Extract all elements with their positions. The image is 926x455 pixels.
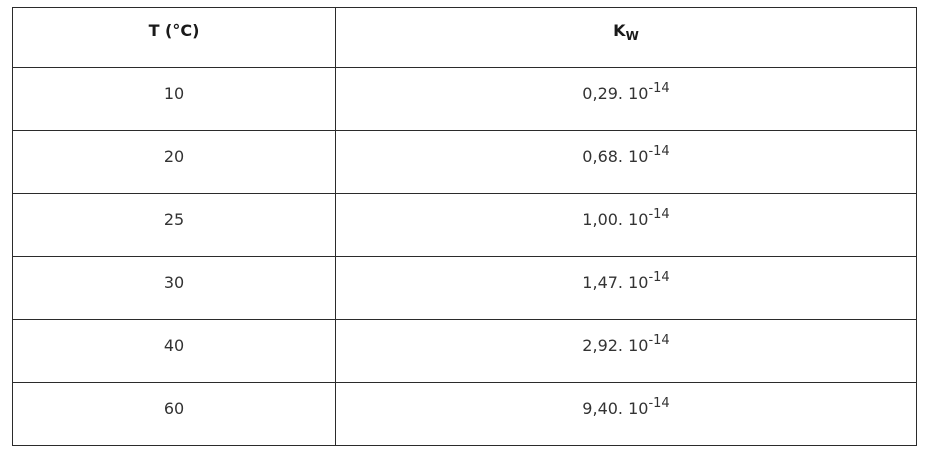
cell-temperature: 40: [12, 319, 336, 383]
kw-coefficient: 1,00.: [582, 209, 624, 229]
kw-coefficient: 2,92.: [582, 335, 624, 355]
table-row: 30 1,47. 10-14: [12, 256, 917, 320]
cell-kw: 9,40. 10-14: [335, 382, 917, 446]
table-row: 40 2,92. 10-14: [12, 319, 917, 383]
kw-value: 0,29. 10-14: [582, 80, 670, 103]
temperature-value: 30: [163, 272, 185, 292]
cell-kw: 0,29. 10-14: [335, 67, 917, 131]
kw-exponent: -14: [648, 80, 670, 96]
kw-exponent-base: 10: [628, 335, 649, 355]
kw-exponent: -14: [648, 269, 670, 285]
kw-exponent-base: 10: [628, 209, 649, 229]
kw-exponent-base: 10: [628, 398, 649, 418]
cell-temperature: 20: [12, 130, 336, 194]
table-header-row: T (°C) KW: [12, 7, 917, 68]
header-kw-label: KW: [613, 21, 639, 43]
kw-value: 1,00. 10-14: [582, 206, 670, 229]
kw-exponent: -14: [648, 206, 670, 222]
temperature-value: 10: [163, 83, 185, 103]
kw-coefficient: 9,40.: [582, 398, 624, 418]
kw-exponent-base: 10: [628, 146, 649, 166]
kw-exponent-base: 10: [628, 272, 649, 292]
kw-exponent: -14: [648, 143, 670, 159]
cell-temperature: 25: [12, 193, 336, 257]
header-kw-subscript: W: [625, 29, 639, 43]
cell-kw: 2,92. 10-14: [335, 319, 917, 383]
temperature-value: 60: [163, 398, 185, 418]
kw-exponent: -14: [648, 332, 670, 348]
kw-value: 9,40. 10-14: [582, 395, 670, 418]
temperature-value: 40: [163, 335, 185, 355]
table-row: 20 0,68. 10-14: [12, 130, 917, 194]
kw-coefficient: 0,68.: [582, 146, 624, 166]
temperature-value: 25: [163, 209, 185, 229]
cell-kw: 1,47. 10-14: [335, 256, 917, 320]
kw-value: 1,47. 10-14: [582, 269, 670, 292]
kw-temperature-table: T (°C) KW 10 0,29. 10-14 20 0,68. 10-14 …: [12, 7, 917, 446]
cell-temperature: 10: [12, 67, 336, 131]
header-kw-base: K: [613, 21, 626, 40]
header-temperature-label: T (°C): [148, 21, 200, 40]
kw-exponent-base: 10: [628, 83, 649, 103]
cell-kw: 1,00. 10-14: [335, 193, 917, 257]
kw-coefficient: 0,29.: [582, 83, 624, 103]
kw-coefficient: 1,47.: [582, 272, 624, 292]
temperature-value: 20: [163, 146, 185, 166]
kw-value: 2,92. 10-14: [582, 332, 670, 355]
cell-temperature: 30: [12, 256, 336, 320]
header-temperature: T (°C): [12, 7, 336, 68]
table-row: 60 9,40. 10-14: [12, 382, 917, 446]
table-row: 10 0,29. 10-14: [12, 67, 917, 131]
cell-temperature: 60: [12, 382, 336, 446]
table-row: 25 1,00. 10-14: [12, 193, 917, 257]
header-kw: KW: [335, 7, 917, 68]
kw-exponent: -14: [648, 395, 670, 411]
cell-kw: 0,68. 10-14: [335, 130, 917, 194]
kw-value: 0,68. 10-14: [582, 143, 670, 166]
